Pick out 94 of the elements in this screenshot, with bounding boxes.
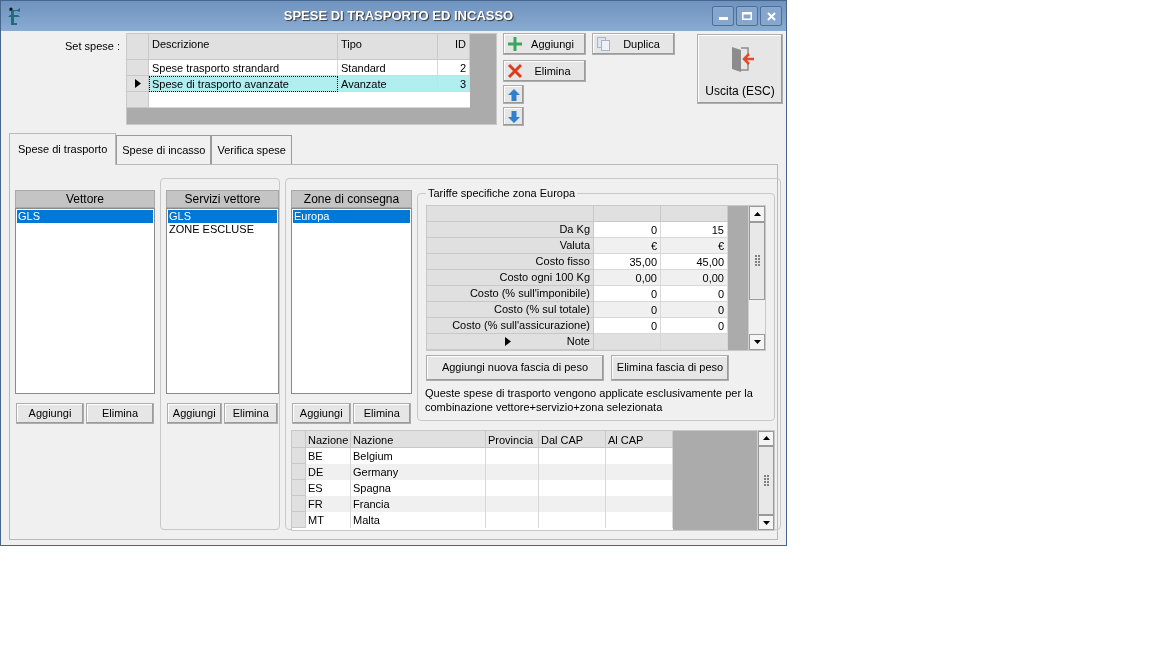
table-cell: MT xyxy=(306,512,351,528)
list-item[interactable]: GLS xyxy=(168,210,277,223)
add-weight-band-button[interactable]: Aggiungi nuova fascia di peso xyxy=(426,354,604,381)
list-action-button[interactable]: Elimina xyxy=(352,403,411,424)
scrollbar-thumb[interactable] xyxy=(758,445,774,516)
close-icon xyxy=(766,11,776,21)
column-header: Tipo xyxy=(338,34,438,60)
minimize-icon xyxy=(718,17,728,20)
table-cell: Standard xyxy=(338,60,438,76)
list-action-button[interactable]: Aggiungi xyxy=(292,403,351,424)
scroll-down-button[interactable] xyxy=(758,515,774,530)
add-button[interactable]: Aggiungi xyxy=(503,33,586,55)
info-text: Queste spese di trasporto vengono applicate esclusivamente per la combinazione vettore+servizio+zona selezionata xyxy=(425,385,754,414)
column-header: Nazione xyxy=(351,431,486,448)
table-cell: 3 xyxy=(438,76,470,92)
scroll-up-button[interactable] xyxy=(758,431,774,446)
up-triangle-icon xyxy=(753,211,761,216)
delete-weight-band-button[interactable]: Elimina fascia di peso xyxy=(611,354,729,381)
table-cell: Germany xyxy=(351,464,486,480)
maximize-icon xyxy=(742,12,752,20)
row-label: Costo (% sul totale) xyxy=(493,301,590,317)
table-cell xyxy=(606,464,673,480)
move-down-button[interactable] xyxy=(503,107,524,126)
scrollbar-thumb[interactable] xyxy=(749,221,765,300)
down-triangle-icon xyxy=(762,520,770,525)
exit-button[interactable]: Uscita (ESC) xyxy=(697,34,783,104)
table-cell: FR xyxy=(306,496,351,512)
grip-icon xyxy=(754,254,760,267)
table-cell: Malta xyxy=(351,512,486,528)
table-cell: Spagna xyxy=(351,480,486,496)
scroll-up-button[interactable] xyxy=(749,205,765,222)
row-label: Costo ogni 100 Kg xyxy=(498,269,590,285)
current-row-icon xyxy=(505,336,511,346)
tab[interactable]: Spese di trasporto xyxy=(9,133,117,165)
current-row-icon xyxy=(134,79,141,88)
table-cell: ES xyxy=(306,480,351,496)
column-header: Nazione xyxy=(306,431,351,448)
column-header: Provincia xyxy=(486,431,539,448)
list-header: Servizi vettore xyxy=(166,190,279,208)
table-cell xyxy=(606,496,673,512)
field-label: Set spese : xyxy=(63,39,121,54)
close-button[interactable] xyxy=(760,6,782,26)
list-action-button[interactable]: Elimina xyxy=(223,403,278,424)
row-label: Costo (% sull'assicurazione) xyxy=(451,317,590,333)
scrollbar[interactable] xyxy=(748,205,765,350)
table-cell xyxy=(486,496,539,512)
row-label: Note xyxy=(565,333,590,349)
row-label: Costo fisso xyxy=(534,253,590,269)
row-label: Valuta xyxy=(558,237,590,253)
scrollbar[interactable] xyxy=(757,431,774,530)
table-cell: Belgium xyxy=(351,448,486,464)
table-cell: Spese trasporto strandard xyxy=(149,60,338,76)
column-header: Descrizione xyxy=(149,34,338,60)
table-cell xyxy=(486,464,539,480)
up-arrow-icon xyxy=(506,87,521,102)
column-header: ID xyxy=(438,34,470,60)
table-cell xyxy=(539,464,606,480)
table-cell: BE xyxy=(306,448,351,464)
down-arrow-icon xyxy=(506,109,521,124)
row-label: Da Kg xyxy=(558,221,590,237)
list-item[interactable]: GLS xyxy=(17,210,153,223)
list-action-button[interactable]: Aggiungi xyxy=(16,403,84,424)
plus-icon xyxy=(507,36,523,52)
scroll-down-button[interactable] xyxy=(749,333,765,350)
down-triangle-icon xyxy=(753,339,761,344)
table-cell: Francia xyxy=(351,496,486,512)
row-label: Costo (% sull'imponibile) xyxy=(468,285,590,301)
list-header: Zone di consegna xyxy=(291,190,412,208)
list-action-button[interactable]: Elimina xyxy=(86,403,154,424)
list-item[interactable]: Europa xyxy=(293,210,410,223)
x-icon xyxy=(507,63,523,79)
table-cell: Avanzate xyxy=(338,76,438,92)
list-header: Vettore xyxy=(15,190,155,208)
table-cell xyxy=(539,496,606,512)
group-title: Tariffe specifiche zona Europa xyxy=(427,186,577,201)
list-item[interactable]: ZONE ESCLUSE xyxy=(168,223,277,236)
tab[interactable]: Verifica spese xyxy=(211,135,292,164)
move-up-button[interactable] xyxy=(503,85,524,104)
column-header: Dal CAP xyxy=(539,431,606,448)
table-cell: DE xyxy=(306,464,351,480)
table-cell: 2 xyxy=(438,60,470,76)
up-triangle-icon xyxy=(762,436,770,441)
column-header: Al CAP xyxy=(606,431,673,448)
table-cell: Spese di trasporto avanzate xyxy=(149,76,338,92)
delete-button[interactable]: Elimina xyxy=(503,60,586,82)
list-action-button[interactable]: Aggiungi xyxy=(167,403,222,424)
grip-icon xyxy=(763,474,769,487)
copy-icon xyxy=(596,36,612,52)
maximize-button[interactable] xyxy=(736,6,758,26)
row-indicator[interactable] xyxy=(127,76,149,92)
tab[interactable]: Spese di incasso xyxy=(116,135,212,164)
duplicate-button[interactable]: Duplica xyxy=(592,33,675,55)
window-title: SPESE DI TRASPORTO ED INCASSO xyxy=(282,7,515,26)
minimize-button[interactable] xyxy=(712,6,734,26)
